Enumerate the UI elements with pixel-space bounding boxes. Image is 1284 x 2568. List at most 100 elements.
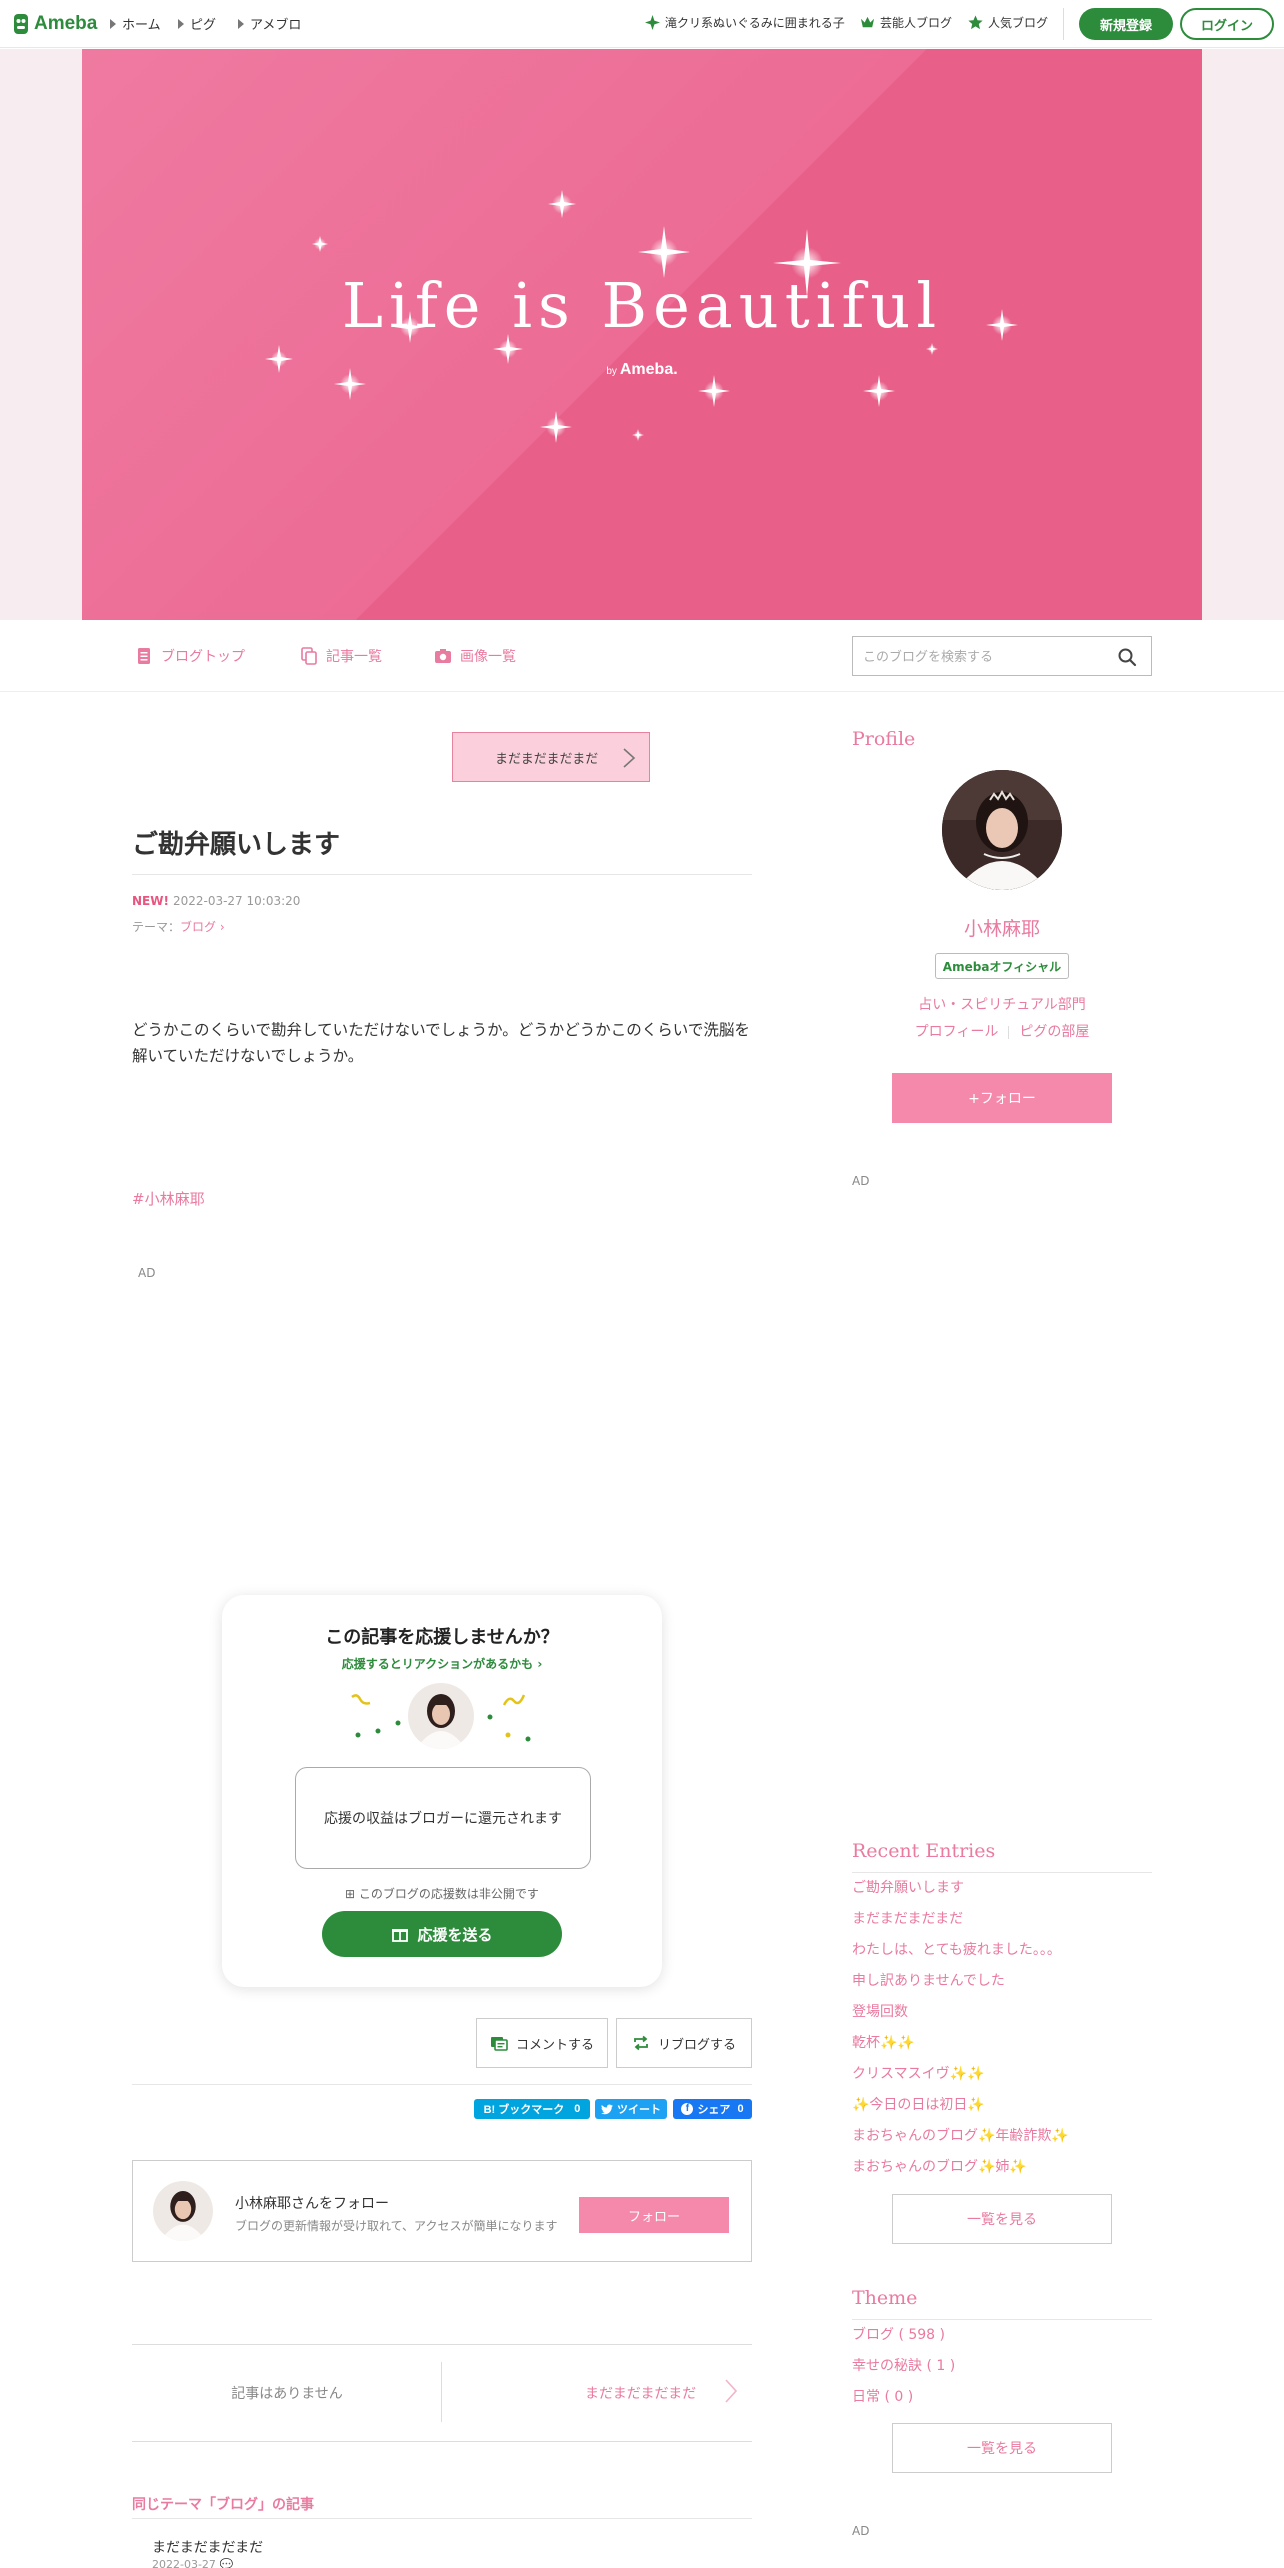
theme-more-button[interactable]: 一覧を見る (892, 2423, 1112, 2473)
login-button[interactable]: ログイン (1180, 8, 1274, 40)
image-list-label: 画像一覧 (460, 649, 516, 665)
comment-label: コメントする (515, 2037, 594, 2053)
ad-label: AD (138, 1266, 156, 1280)
theme-link-label: ブログ (180, 920, 217, 934)
profile-category[interactable]: 占い・スピリチュアル部門 (852, 994, 1152, 1014)
nav-pigg[interactable]: ピグ (178, 14, 216, 33)
official-badge: Amebaオフィシャル (935, 953, 1069, 979)
hatena-bookmark-button[interactable]: B! ブックマーク 0 (474, 2099, 590, 2119)
caret-right-icon (178, 18, 184, 29)
same-theme-date: 2022-03-27 (152, 2558, 216, 2568)
next-entry-link[interactable]: まだまだまだまだ (585, 2383, 696, 2403)
article-body: どうかこのくらいで勘弁していただけないでしょうか。どうかどうかこのくらいで洗脳を… (132, 1021, 750, 1065)
send-support-button[interactable]: 応援を送る (322, 1911, 562, 1957)
blog-search-input[interactable] (863, 646, 1103, 668)
recent-entry[interactable]: まだまだまだまだ (852, 1904, 1069, 1935)
pigg-room-link[interactable]: ピグの部屋 (1019, 1024, 1089, 1040)
comment-button[interactable]: コメントする (476, 2018, 608, 2068)
same-theme-entry-date: 2022-03-27 💬 (152, 2558, 233, 2568)
support-subtitle-link[interactable]: 応援するとリアクションがあるかも › (222, 1655, 662, 1672)
trending-link-label: 滝クリ系ぬいぐるみに囲まれる子 (665, 16, 845, 30)
follow-button[interactable]: フォロー (579, 2197, 729, 2233)
reblog-button[interactable]: リブログする (616, 2018, 752, 2068)
avatar-image (153, 2181, 213, 2241)
recent-entry[interactable]: 申し訳ありませんでした (852, 1966, 1069, 1997)
theme-next-entry-label: まだまだまだまだ (495, 751, 599, 767)
caret-right-icon (238, 18, 244, 29)
banner-brand: Ameba. (619, 361, 678, 378)
sidebar-ad-label: AD (852, 2524, 870, 2538)
blog-top-link[interactable]: ブログトップ (135, 646, 245, 666)
hashtag-link[interactable]: #小林麻耶 (132, 1188, 205, 1209)
camera-icon (435, 649, 451, 663)
image-list-link[interactable]: 画像一覧 (434, 646, 516, 666)
article-theme: テーマ：ブログ › (132, 918, 225, 935)
reblog-label: リブログする (657, 2037, 736, 2053)
sidebar-ad-label: AD (852, 1174, 870, 1188)
theme-item[interactable]: 日常 ( 0 ) (852, 2382, 955, 2413)
send-support-label: 応援を送る (417, 1925, 493, 1944)
profile-link[interactable]: プロフィール (915, 1024, 999, 1040)
celebrity-blog-link[interactable]: 芸能人ブログ (860, 14, 952, 31)
recent-entry[interactable]: 乾杯✨✨ (852, 2028, 1069, 2059)
nav-home-label: ホーム (122, 18, 161, 33)
nav-ameblo[interactable]: アメブロ (238, 14, 301, 33)
theme-item[interactable]: 幸せの秘訣 ( 1 ) (852, 2351, 955, 2382)
recent-entry[interactable]: クリスマスイヴ✨✨ (852, 2059, 1069, 2090)
profile-name[interactable]: 小林麻耶 (852, 914, 1152, 941)
popular-blog-link[interactable]: 人気ブログ (968, 14, 1048, 31)
recent-entries-heading: Recent Entries (852, 1840, 996, 1862)
blog-search (852, 636, 1152, 676)
theme-next-entry-button[interactable]: まだまだまだまだ (452, 732, 650, 782)
recent-entry[interactable]: わたしは、とても疲れました。。。 (852, 1935, 1069, 1966)
blogger-avatar[interactable] (153, 2181, 213, 2241)
divider (1008, 1025, 1010, 1039)
theme-link[interactable]: ブログ › (180, 920, 225, 934)
caret-right-icon (110, 18, 116, 29)
article-title[interactable]: ご勘弁願いします (132, 824, 340, 861)
hatena-count: 0 (574, 2103, 581, 2115)
profile-avatar[interactable] (942, 770, 1062, 890)
trending-link[interactable]: 滝クリ系ぬいぐるみに囲まれる子 (645, 14, 845, 31)
chevron-right-icon (623, 748, 636, 768)
popular-blog-link-label: 人気ブログ (988, 16, 1049, 30)
same-theme-entry[interactable]: まだまだまだまだ (152, 2537, 263, 2557)
support-title: この記事を応援しませんか？ (325, 1627, 559, 1648)
recent-entry[interactable]: まおちゃんのブログ✨姉✨ (852, 2152, 1069, 2183)
sparkle-icon (645, 15, 660, 30)
blog-top-label: ブログトップ (161, 649, 245, 665)
divider (132, 2084, 752, 2085)
recent-entry[interactable]: 登場回数 (852, 1997, 1069, 2028)
tweet-button[interactable]: ツイート (595, 2099, 667, 2119)
follow-box-title: 小林麻耶さんをフォロー (235, 2196, 389, 2212)
same-theme-heading: 同じテーマ「ブログ」の記事 (132, 2497, 314, 2513)
divider (132, 2518, 752, 2519)
entry-list-link[interactable]: 記事一覧 (300, 646, 382, 666)
blog-header-banner[interactable]: Life is Beautiful by Ameba. (82, 49, 1202, 620)
gift-icon: ⊞ (345, 1887, 359, 1901)
recent-more-button[interactable]: 一覧を見る (892, 2194, 1112, 2244)
recent-entry[interactable]: ご勘弁願いします (852, 1873, 1069, 1904)
register-button[interactable]: 新規登録 (1079, 8, 1173, 40)
theme-prefix: テーマ： (132, 920, 181, 934)
facebook-share-button[interactable]: f シェア 0 (673, 2099, 752, 2119)
confetti-dots-icon (487, 1714, 531, 1742)
nav-home[interactable]: ホーム (110, 14, 161, 33)
ameba-logo[interactable]: Ameba (12, 10, 97, 38)
recent-entries-list: ご勘弁願いします まだまだまだまだ わたしは、とても疲れました。。。 申し訳あり… (852, 1873, 1069, 2183)
confetti-icon (502, 1694, 526, 1706)
new-badge: NEW! (132, 894, 169, 908)
search-icon[interactable] (1117, 647, 1137, 667)
recent-entry[interactable]: ✨今日の日は初日✨ (852, 2090, 1069, 2121)
theme-item[interactable]: ブログ ( 598 ) (852, 2320, 955, 2351)
theme-heading: Theme (852, 2287, 918, 2309)
ameba-mascot-icon (14, 14, 28, 34)
recent-entry[interactable]: まおちゃんのブログ✨年齢詐欺✨ (852, 2121, 1069, 2152)
document-icon (138, 648, 150, 664)
banner-byline: by Ameba. (82, 361, 1202, 379)
follow-box-description: ブログの更新情報が受け取れて、アクセスが簡単になります (235, 2219, 558, 2233)
article-meta: NEW! 2022-03-27 10:03:20 (132, 894, 300, 908)
sidebar-follow-button[interactable]: +フォロー (892, 1073, 1112, 1123)
divider (132, 2344, 752, 2345)
comment-icon (490, 2037, 508, 2051)
